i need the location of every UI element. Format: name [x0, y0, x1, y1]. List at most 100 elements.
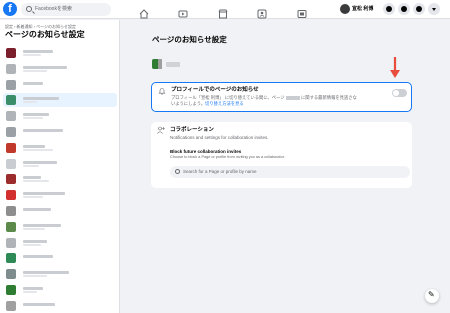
- bell-icon: [158, 88, 166, 95]
- profile-notification-toggle[interactable]: [392, 89, 407, 97]
- sidebar-page-item[interactable]: [3, 46, 117, 60]
- profile-notification-setting: プロフィールでのページのお知らせ プロフィール「宣松 利博」 に切り替えている間…: [151, 82, 412, 112]
- page-thumbnail: [6, 142, 16, 153]
- facebook-search-input[interactable]: Facebookを検索: [21, 3, 111, 16]
- sidebar-page-item[interactable]: [3, 236, 117, 250]
- page-thumbnail: [6, 111, 16, 122]
- redacted-page-detail: [23, 227, 45, 230]
- sidebar-page-item[interactable]: [3, 109, 117, 123]
- page-thumbnail: [6, 269, 16, 280]
- page-thumbnail: [6, 48, 16, 58]
- video-icon[interactable]: [178, 4, 188, 18]
- sidebar-page-item[interactable]: [3, 220, 117, 234]
- redacted-page-name: [23, 208, 51, 211]
- page-thumbnail: [6, 174, 16, 185]
- red-arrow-annotation: [390, 57, 400, 78]
- redacted-page-name: [23, 113, 49, 117]
- redacted-page-detail: [23, 148, 53, 151]
- redacted-page-name: [23, 65, 67, 69]
- redacted-page-name: [23, 160, 57, 164]
- redacted-page-name: [23, 50, 53, 53]
- collaboration-section: コラボレーション Notifications and settings for …: [151, 122, 412, 188]
- sidebar-page-item[interactable]: [3, 251, 117, 265]
- redacted-page-detail: [23, 117, 43, 120]
- collaboration-title: コラボレーション: [170, 127, 214, 133]
- redacted-page-detail: [23, 180, 49, 183]
- avatar[interactable]: [340, 4, 350, 14]
- redacted-page-detail: [23, 196, 43, 199]
- redacted-page-name: [23, 223, 61, 227]
- sidebar-page-item[interactable]: [3, 62, 117, 76]
- profile-notification-title: プロフィールでのページのお知らせ: [171, 87, 259, 93]
- sidebar-page-item[interactable]: [3, 267, 117, 281]
- page-avatar: [152, 59, 162, 69]
- redacted-page-detail: [23, 243, 41, 246]
- desc-mid: に関する最新情報を見逃さな: [301, 95, 357, 100]
- sidebar-page-item[interactable]: [3, 188, 117, 202]
- redacted-page-name: [23, 144, 45, 148]
- page-thumbnail: [6, 221, 16, 232]
- page-thumbnail: [6, 253, 16, 264]
- redacted-page-detail: [23, 101, 37, 104]
- redacted-page-name: [23, 81, 43, 85]
- page-search-placeholder: Search for a Page or profile by name: [183, 169, 257, 174]
- home-icon[interactable]: [139, 4, 149, 19]
- sidebar-page-item[interactable]: [3, 204, 117, 218]
- sidebar-page-item[interactable]: [3, 93, 117, 108]
- sidebar-page-item[interactable]: [3, 172, 117, 186]
- redacted-page-name: [23, 271, 69, 275]
- page-title: ページのお知らせ設定: [152, 35, 227, 44]
- compose-message-button[interactable]: [425, 289, 439, 303]
- page-thumbnail: [6, 190, 16, 201]
- search-icon: [26, 6, 32, 12]
- sidebar-page-item[interactable]: [3, 78, 117, 92]
- redacted-page-name: [23, 287, 43, 290]
- messenger-icon[interactable]: [398, 3, 410, 15]
- user-name[interactable]: 宣松 利博: [352, 5, 373, 13]
- page-thumbnail: [6, 79, 16, 90]
- menu-icon[interactable]: [383, 3, 395, 15]
- page-search-input[interactable]: Search for a Page or profile by name: [170, 166, 410, 178]
- redacted-page-name: [23, 302, 55, 306]
- block-invites-description: Choose to block a Page or profile from i…: [170, 155, 285, 159]
- redacted-page-name: [23, 239, 47, 243]
- redacted-page-name: [23, 176, 41, 180]
- redacted-page-detail: [23, 291, 37, 293]
- search-placeholder: Facebookを検索: [35, 6, 72, 12]
- desc-line2: いようにしよう。: [171, 101, 206, 106]
- redacted-page-detail: [23, 275, 47, 278]
- sidebar-page-item[interactable]: [3, 141, 117, 155]
- collaboration-subtitle: Notifications and settings for collabora…: [170, 135, 269, 140]
- facebook-logo-icon[interactable]: f: [3, 2, 17, 16]
- redacted-page-name: [23, 255, 53, 259]
- search-icon: [175, 169, 180, 174]
- redacted-page-detail: [23, 69, 47, 72]
- sidebar-page-item[interactable]: [3, 299, 117, 313]
- redacted-page-name: [23, 129, 63, 132]
- sidebar: 設定 › 新着通知 › ページのお知らせ設定 ページのお知らせ設定: [0, 20, 120, 313]
- page-thumbnail: [6, 300, 16, 311]
- redacted-page-name: [285, 95, 300, 100]
- chevron-down-icon[interactable]: [428, 3, 440, 15]
- sidebar-page-item[interactable]: [3, 157, 117, 171]
- page-thumbnail: [6, 95, 16, 106]
- page-name-redacted: [166, 62, 180, 67]
- groups-icon[interactable]: [257, 4, 267, 19]
- page-thumbnail: [6, 237, 16, 248]
- desc-line1: プロフィール「宣松 利博」 に切り替えている間に、ページ: [171, 95, 285, 100]
- top-bar: f Facebookを検索 宣松 利博: [0, 0, 450, 19]
- marketplace-icon[interactable]: [218, 4, 228, 19]
- page-thumbnail: [6, 285, 16, 295]
- gaming-icon[interactable]: [297, 4, 307, 18]
- sidebar-page-item[interactable]: [3, 283, 117, 297]
- page-thumbnail: [6, 127, 16, 137]
- redacted-page-detail: [23, 164, 39, 167]
- sidebar-page-item[interactable]: [3, 125, 117, 139]
- page-thumbnail: [6, 158, 16, 169]
- page-thumbnail: [6, 63, 16, 74]
- bell-icon[interactable]: [413, 3, 425, 15]
- sidebar-title: ページのお知らせ設定: [5, 30, 85, 39]
- redacted-page-detail: [23, 54, 41, 56]
- profile-notification-description: プロフィール「宣松 利博」 に切り替えている間に、ページ に関する最新情報を見逃…: [171, 95, 383, 107]
- how-to-switch-link[interactable]: 切り替え方法を見る: [205, 101, 244, 106]
